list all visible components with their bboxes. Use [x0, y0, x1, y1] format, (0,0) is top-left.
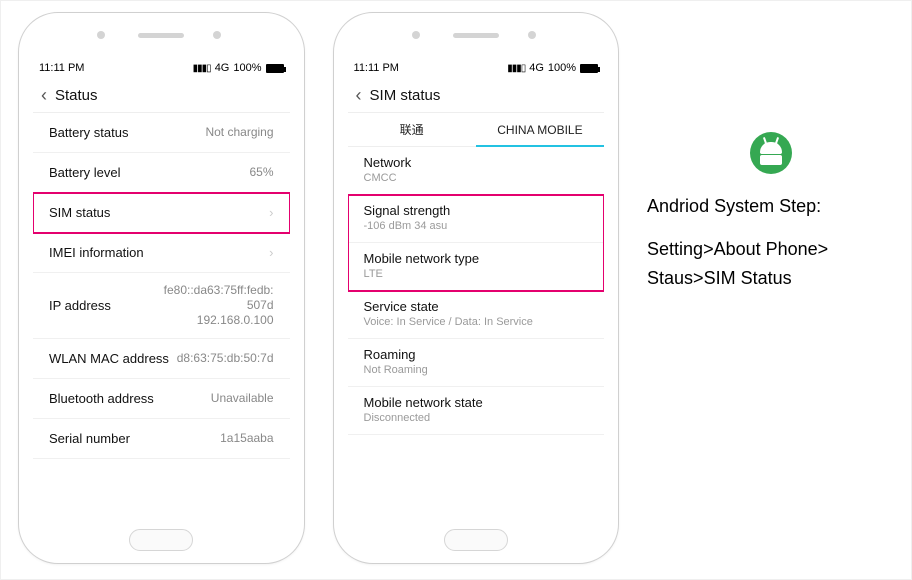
- back-icon[interactable]: ‹: [41, 85, 55, 106]
- sim-info-row: Network CMCC: [348, 147, 605, 195]
- row-sub: LTE: [364, 268, 589, 280]
- chevron-right-icon: ›: [269, 205, 273, 220]
- network-label: 4G: [215, 62, 230, 74]
- phone-sim-status-screen: 11:11 PM ▮▮▮▯ 4G 100% ‹ SIM status 联通CHI…: [333, 12, 620, 564]
- row-sub: Not Roaming: [364, 364, 589, 376]
- clock: 11:11 PM: [39, 62, 84, 74]
- signal-icon: ▮▮▮▯: [507, 63, 525, 74]
- battery-icon: [266, 64, 284, 73]
- row-label: IP address: [49, 298, 111, 313]
- row-value: Unavailable: [211, 391, 274, 406]
- page-title: SIM status: [370, 87, 441, 104]
- row-sub: CMCC: [364, 172, 589, 184]
- status-list: Battery status Not charging Battery level 6…: [33, 113, 290, 459]
- row-sub: Disconnected: [364, 412, 589, 424]
- row-value: Not charging: [205, 125, 273, 140]
- sim-info-row: Service state Voice: In Service / Data: I…: [348, 291, 605, 339]
- android-icon: [750, 132, 792, 174]
- row-sub: Voice: In Service / Data: In Service: [364, 316, 589, 328]
- sim-info-row: Roaming Not Roaming: [348, 339, 605, 387]
- status-row: WLAN MAC address d8:63:75:db:50:7d: [33, 339, 290, 379]
- back-icon[interactable]: ‹: [356, 85, 370, 106]
- signal-icon: ▮▮▮▯: [193, 63, 211, 74]
- sim-info-row: Signal strength -106 dBm 34 asu: [348, 195, 605, 243]
- sim-tabs: 联通CHINA MOBILE: [348, 113, 605, 147]
- page-title: Status: [55, 87, 98, 104]
- instruction-heading: Andriod System Step:: [647, 192, 894, 221]
- status-row[interactable]: IMEI information ›: [33, 233, 290, 273]
- row-value: d8:63:75:db:50:7d: [177, 351, 274, 366]
- row-label: IMEI information: [49, 245, 144, 260]
- network-label: 4G: [529, 62, 544, 74]
- sim-status-row[interactable]: SIM status ›: [33, 193, 290, 233]
- row-label: SIM status: [49, 205, 110, 220]
- row-label: Mobile network type: [364, 251, 589, 266]
- row-value: 65%: [249, 165, 273, 180]
- row-sub: -106 dBm 34 asu: [364, 220, 589, 232]
- row-label: Battery status: [49, 125, 128, 140]
- status-row: Bluetooth address Unavailable: [33, 379, 290, 419]
- instruction-panel: Andriod System Step: Setting>About Phone…: [647, 12, 894, 292]
- sim-tab[interactable]: 联通: [348, 113, 476, 146]
- instruction-line-2: Staus>SIM Status: [647, 264, 894, 293]
- row-label: Roaming: [364, 347, 589, 362]
- row-label: Network: [364, 155, 589, 170]
- row-value: 1a15aaba: [220, 431, 273, 446]
- status-row: Serial number 1a15aaba: [33, 419, 290, 459]
- page-header: ‹ SIM status: [348, 79, 605, 113]
- row-value: fe80::da63:75ff:fedb: 507d 192.168.0.100: [164, 283, 274, 328]
- battery-icon: [580, 64, 598, 73]
- instruction-line-1: Setting>About Phone>: [647, 235, 894, 264]
- status-row: Battery level 65%: [33, 153, 290, 193]
- row-label: Bluetooth address: [49, 391, 154, 406]
- page-header: ‹ Status: [33, 79, 290, 113]
- sim-tab[interactable]: CHINA MOBILE: [476, 113, 604, 146]
- sim-info-row: Mobile network state Disconnected: [348, 387, 605, 435]
- status-bar: 11:11 PM ▮▮▮▯ 4G 100%: [348, 57, 605, 79]
- highlighted-sim-rows: Signal strength -106 dBm 34 asu Mobile net…: [348, 195, 605, 291]
- status-row: Battery status Not charging: [33, 113, 290, 153]
- row-label: Service state: [364, 299, 589, 314]
- sim-status-list: Network CMCC Signal strength -106 dBm 34 as…: [348, 147, 605, 435]
- row-label: Mobile network state: [364, 395, 589, 410]
- clock: 11:11 PM: [354, 62, 399, 74]
- home-button[interactable]: [444, 529, 508, 551]
- row-label: Signal strength: [364, 203, 589, 218]
- row-label: Serial number: [49, 431, 130, 446]
- battery-pct: 100%: [548, 62, 576, 74]
- row-label: Battery level: [49, 165, 121, 180]
- row-label: WLAN MAC address: [49, 351, 169, 366]
- phone-status-screen: 11:11 PM ▮▮▮▯ 4G 100% ‹ Status Battery s…: [18, 12, 305, 564]
- sim-info-row: Mobile network type LTE: [348, 243, 605, 291]
- home-button[interactable]: [129, 529, 193, 551]
- status-bar: 11:11 PM ▮▮▮▯ 4G 100%: [33, 57, 290, 79]
- status-row: IP address fe80::da63:75ff:fedb: 507d 192…: [33, 273, 290, 339]
- chevron-right-icon: ›: [269, 245, 273, 260]
- battery-pct: 100%: [233, 62, 261, 74]
